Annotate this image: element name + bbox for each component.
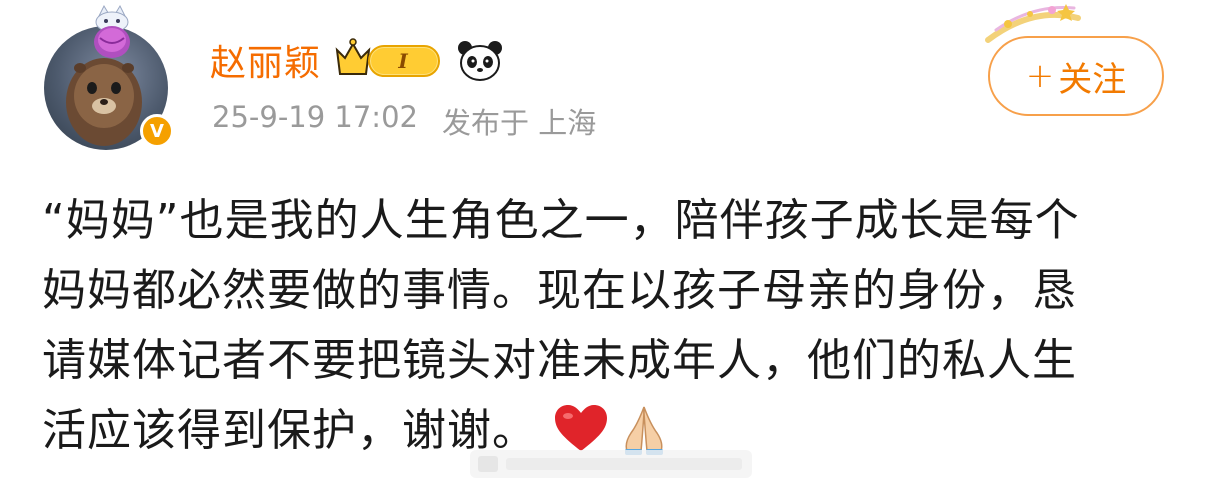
post-meta: 25-9-19 17:02 发布于 上海 xyxy=(212,100,596,142)
avatar-pendant-icon xyxy=(94,4,130,58)
panda-icon xyxy=(458,41,503,81)
follow-label: 关注 xyxy=(1058,59,1127,100)
avatar-container[interactable]: V xyxy=(44,4,174,150)
post-text-line: “妈妈”也是我的人生角色之一，陪伴孩子成长是每个 xyxy=(42,195,1080,246)
verified-mark: V xyxy=(150,120,164,142)
level-label: I xyxy=(397,49,408,73)
post-body: “妈妈”也是我的人生角色之一，陪伴孩子成长是每个 妈妈都必然要做的事情。现在以孩… xyxy=(42,186,1172,466)
post-datetime: 25-9-19 17:02 xyxy=(212,100,418,134)
crown-level-badge-icon[interactable]: I xyxy=(333,38,445,82)
watermark xyxy=(470,450,752,478)
post-location: 发布于 上海 xyxy=(441,106,597,140)
verified-badge-icon: V xyxy=(140,114,174,148)
post-text-line: 妈妈都必然要做的事情。现在以孩子母亲的身份，恳 xyxy=(42,265,1077,316)
plus-icon: + xyxy=(1025,56,1055,96)
post-text-line: 请媒体记者不要把镜头对准未成年人，他们的私人生 xyxy=(42,335,1077,386)
username-row: 赵丽颖 I xyxy=(210,34,503,86)
post-text-line-content: 活应该得到保护，谢谢。 xyxy=(42,405,537,456)
username[interactable]: 赵丽颖 xyxy=(210,34,321,86)
follow-button[interactable]: + 关注 xyxy=(988,36,1164,116)
